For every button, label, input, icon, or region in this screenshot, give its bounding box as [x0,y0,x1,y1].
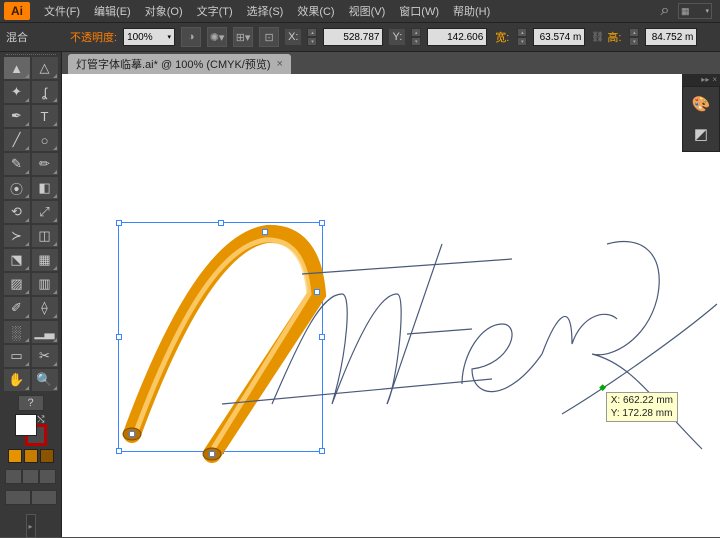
shape-builder-tool[interactable]: ⬔ [4,249,30,271]
document-tab[interactable]: 灯管字体临摹.ai* @ 100% (CMYK/预览) × [68,54,291,74]
menu-effect[interactable]: 效果(C) [291,1,340,21]
document-area: 灯管字体临摹.ai* @ 100% (CMYK/预览) × [62,52,720,537]
mesh-tool[interactable]: ▨ [4,273,30,295]
help-button[interactable]: ? [18,395,44,411]
document-tab-row: 灯管字体临摹.ai* @ 100% (CMYK/预览) × [62,52,720,74]
expand-grip[interactable]: ▸ [26,514,36,538]
hand-tool[interactable]: ✋ [4,369,30,391]
color-panel-icon[interactable]: 🎨 [689,93,713,115]
link-icon[interactable]: ⛓ [591,28,599,46]
search-icon[interactable]: ⌕ [656,3,674,19]
workspace-dropdown[interactable]: ▦▾ [678,3,712,19]
app-badge: Ai [4,2,30,20]
panel-grip[interactable] [6,54,56,55]
eraser-tool[interactable]: ◧ [32,177,58,199]
close-icon[interactable]: × [277,58,283,70]
w-label: 宽: [493,29,511,45]
slice-tool[interactable]: ✂ [32,345,58,367]
menu-edit[interactable]: 编辑(E) [88,1,137,21]
direct-selection-tool[interactable]: △ [32,57,58,79]
x-label: X: [285,29,301,45]
drawing-modes [5,469,56,484]
recolor-button[interactable]: ✺▾ [207,27,227,47]
menu-view[interactable]: 视图(V) [343,1,392,21]
draw-normal-button[interactable] [5,469,22,484]
document-tab-title: 灯管字体临摹.ai* @ 100% (CMYK/预览) [76,56,271,72]
paintbrush-tool[interactable]: ✎ [4,153,30,175]
coord-x: X: 662.22 mm [611,394,673,407]
menu-type[interactable]: 文字(T) [191,1,239,21]
width-tool[interactable]: ≻ [4,225,30,247]
close-icon[interactable]: × [712,75,717,85]
artboard-tool[interactable]: ▭ [4,345,30,367]
collapse-icon[interactable]: ▸▸ [701,75,709,85]
options-bar: 混合 不透明度: 100%▾ ◑ ✺▾ ⊞▾ ⊡ X: ▴▾ 528.787 Y… [0,22,720,52]
fill-stroke-control[interactable]: ⤭ [15,414,47,446]
pencil-tool[interactable]: ✏ [32,153,58,175]
swatch-c[interactable] [40,449,54,463]
swatches-panel-icon[interactable]: ◩ [689,123,713,145]
y-input[interactable]: 142.606 [427,28,487,46]
tool-name-label: 混合 [6,29,28,45]
script-path[interactable] [212,204,720,484]
transform-ref-button[interactable]: ⊡ [259,27,279,47]
opacity-label: 不透明度: [70,29,117,45]
y-label: Y: [389,29,405,45]
x-spinner[interactable]: ▴▾ [307,28,317,46]
align-button[interactable]: ⊞▾ [233,27,253,47]
line-tool[interactable]: ╱ [4,129,30,151]
lasso-tool[interactable]: ʆ [32,81,58,103]
h-label: 高: [605,29,623,45]
tools-panel: ▲△✦ʆ✒T╱○✎✏⦿◧⟲⤢≻◫⬔▦▨▥✐⟠░▁▃▭✂✋🔍 ? ⤭ [0,52,62,537]
w-spinner[interactable]: ▴▾ [517,28,527,46]
swatch-a[interactable] [8,449,22,463]
zoom-tool[interactable]: 🔍 [32,369,58,391]
blend-tool[interactable]: ⟠ [32,297,58,319]
menu-bar: Ai 文件(F) 编辑(E) 对象(O) 文字(T) 选择(S) 效果(C) 视… [0,0,720,22]
h-input[interactable]: 84.752 m [645,28,697,46]
y-spinner[interactable]: ▴▾ [411,28,421,46]
menu-help[interactable]: 帮助(H) [447,1,496,21]
rotate-tool[interactable]: ⟲ [4,201,30,223]
swap-fill-stroke-icon[interactable]: ⤭ [37,414,44,425]
panel-header[interactable]: ▸▸× [682,74,720,86]
coord-y: Y: 172.28 mm [611,407,673,420]
menu-object[interactable]: 对象(O) [139,1,189,21]
style-button[interactable]: ◑ [181,27,201,47]
opacity-input[interactable]: 100%▾ [123,28,175,46]
anchor-point[interactable] [129,431,135,437]
type-tool[interactable]: T [32,105,58,127]
right-panel-dock: ▸▸× 🎨 ◩ [682,74,720,152]
free-transform-tool[interactable]: ◫ [32,225,58,247]
eyedropper-tool[interactable]: ✐ [4,297,30,319]
scale-tool[interactable]: ⤢ [32,201,58,223]
h-spinner[interactable]: ▴▾ [629,28,639,46]
screen-modes [5,490,57,505]
draw-inside-button[interactable] [39,469,56,484]
w-input[interactable]: 63.574 m [533,28,585,46]
screen-mode-2-button[interactable] [31,490,57,505]
coordinate-tooltip: X: 662.22 mm Y: 172.28 mm [606,392,678,422]
pen-tool[interactable]: ✒ [4,105,30,127]
magic-wand-tool[interactable]: ✦ [4,81,30,103]
gradient-tool[interactable]: ▥ [32,273,58,295]
graph-tool[interactable]: ▁▃ [32,321,58,343]
selection-tool[interactable]: ▲ [4,57,30,79]
swatch-b[interactable] [24,449,38,463]
screen-mode-button[interactable] [5,490,31,505]
symbol-sprayer-tool[interactable]: ░ [4,321,30,343]
canvas[interactable]: ◆ X: 662.22 mm Y: 172.28 mm [62,74,720,537]
x-input[interactable]: 528.787 [323,28,383,46]
ellipse-tool[interactable]: ○ [32,129,58,151]
blob-brush-tool[interactable]: ⦿ [4,177,30,199]
swatch-row [8,449,54,463]
draw-behind-button[interactable] [22,469,39,484]
perspective-tool[interactable]: ▦ [32,249,58,271]
fill-swatch[interactable] [15,414,37,436]
menu-window[interactable]: 窗口(W) [393,1,445,21]
menu-file[interactable]: 文件(F) [38,1,86,21]
menu-select[interactable]: 选择(S) [241,1,290,21]
